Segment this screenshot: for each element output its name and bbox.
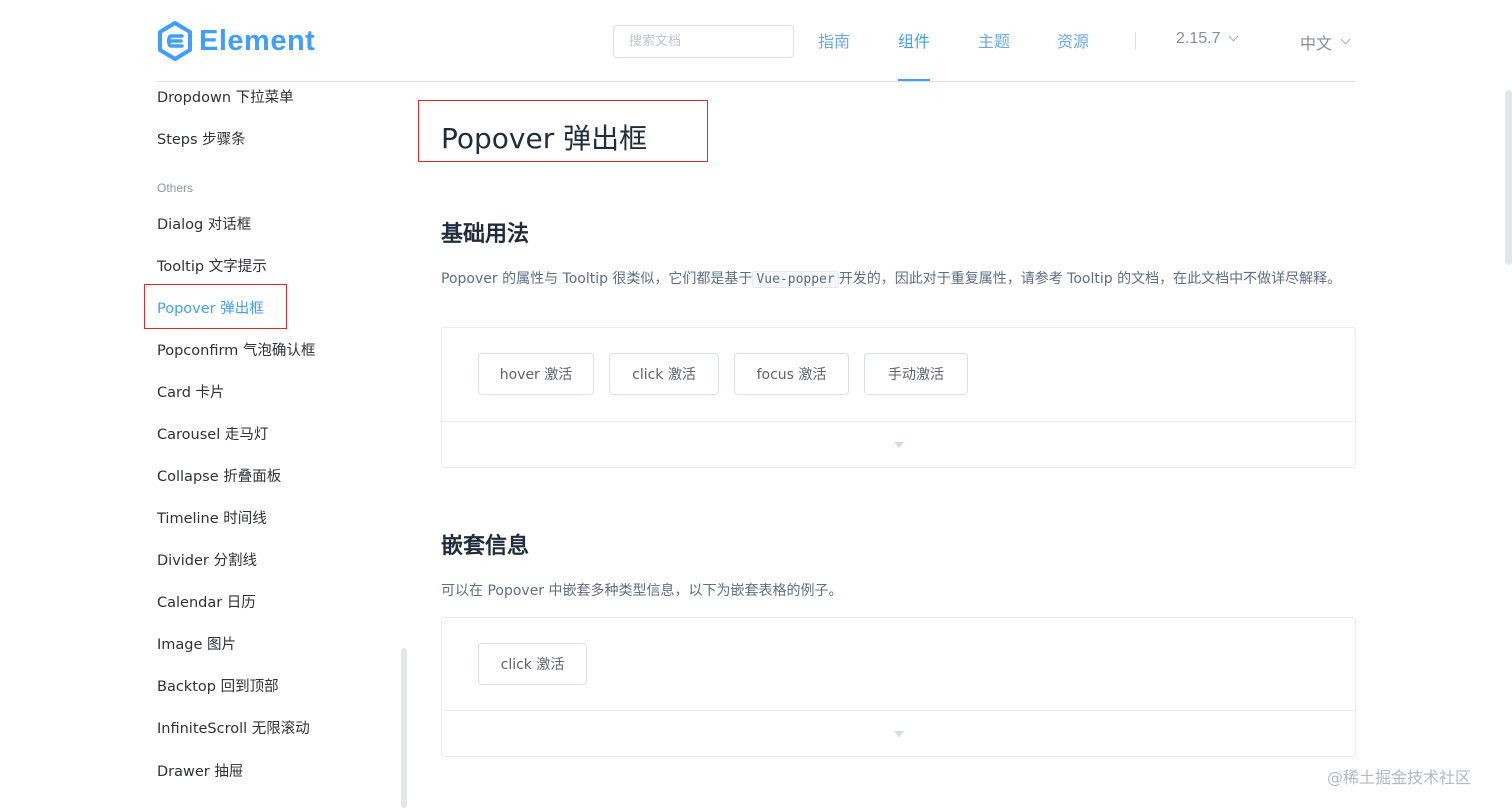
sidebar-item-divider[interactable]: Divider 分割线: [157, 549, 257, 570]
version-dropdown[interactable]: 2.15.7: [1176, 30, 1239, 48]
version-label: 2.15.7: [1176, 30, 1221, 47]
caret-down-icon: [893, 441, 904, 448]
nav-guide[interactable]: 指南: [818, 28, 850, 52]
sidebar-item-card[interactable]: Card 卡片: [157, 381, 225, 402]
manual-activate-button[interactable]: 手动激活: [864, 353, 968, 395]
sidebar-item-collapse[interactable]: Collapse 折叠面板: [157, 465, 281, 486]
sidebar-item-dialog[interactable]: Dialog 对话框: [157, 213, 251, 234]
sidebar-item-calendar[interactable]: Calendar 日历: [157, 591, 256, 612]
search-input[interactable]: [613, 25, 794, 58]
header-divider: [157, 81, 1356, 82]
description-text: 开发的，因此对于重复属性，请参考 Tooltip 的文档，在此文档中不做详尽解释…: [838, 271, 1342, 287]
chevron-down-icon: [1340, 34, 1351, 45]
sidebar-scrollbar[interactable]: [401, 648, 407, 808]
element-logo-icon: [158, 21, 192, 61]
nav-components[interactable]: 组件: [898, 28, 930, 52]
chevron-down-icon: [1229, 31, 1239, 42]
logo-text: Element: [199, 24, 316, 57]
demo-expand-control[interactable]: [442, 711, 1355, 756]
sidebar-highlight-box: [144, 284, 287, 329]
sidebar-item-tooltip[interactable]: Tooltip 文字提示: [157, 255, 267, 276]
language-label: 中文: [1300, 36, 1333, 53]
watermark: @稀土掘金技术社区: [1327, 768, 1472, 787]
click-activate-button[interactable]: click 激活: [609, 353, 719, 395]
language-dropdown[interactable]: 中文: [1300, 30, 1351, 54]
sidebar-item-drawer[interactable]: Drawer 抽屉: [157, 760, 243, 781]
section-description-basic: Popover 的属性与 Tooltip 很类似，它们都是基于 Vue-poppe…: [441, 268, 1356, 291]
demo-block-basic: hover 激活 click 激活 focus 激活 手动激活: [441, 327, 1356, 468]
caret-down-icon: [893, 730, 904, 737]
nav-divider: [1135, 32, 1136, 49]
element-logo[interactable]: Element: [157, 20, 315, 62]
demo-source: hover 激活 click 激活 focus 激活 手动激活: [442, 328, 1355, 422]
sidebar-item-carousel[interactable]: Carousel 走马灯: [157, 423, 268, 444]
inline-code: Vue-popper: [752, 271, 839, 288]
sidebar-item-timeline[interactable]: Timeline 时间线: [157, 507, 267, 528]
sidebar-item-backtop[interactable]: Backtop 回到顶部: [157, 675, 279, 696]
sidebar-group-label: Others: [157, 181, 194, 195]
sidebar-item-image[interactable]: Image 图片: [157, 633, 236, 654]
sidebar-item-dropdown[interactable]: Dropdown 下拉菜单: [157, 86, 294, 107]
sidebar-item-steps[interactable]: Steps 步骤条: [157, 128, 246, 149]
sidebar-item-popconfirm[interactable]: Popconfirm 气泡确认框: [157, 339, 315, 360]
hover-activate-button[interactable]: hover 激活: [478, 353, 594, 395]
page-scrollbar[interactable]: [1505, 90, 1512, 265]
sidebar-item-infinitescroll[interactable]: InfiniteScroll 无限滚动: [157, 717, 310, 738]
section-heading-nested: 嵌套信息: [441, 534, 530, 559]
click-activate-button[interactable]: click 激活: [478, 643, 587, 685]
demo-expand-control[interactable]: [442, 422, 1355, 467]
section-description-nested: 可以在 Popover 中嵌套多种类型信息，以下为嵌套表格的例子。: [441, 583, 843, 599]
page-title: Popover 弹出框: [441, 122, 648, 155]
description-text: Popover 的属性与 Tooltip 很类似，它们都是基于: [441, 271, 753, 287]
nav-theme[interactable]: 主题: [978, 28, 1010, 52]
focus-activate-button[interactable]: focus 激活: [734, 353, 849, 395]
demo-source: click 激活: [442, 618, 1355, 711]
section-heading-basic: 基础用法: [441, 222, 530, 247]
demo-block-nested: click 激活: [441, 617, 1356, 757]
top-header: Element 指南 组件 主题 资源 2.15.7 中文: [0, 0, 1512, 82]
nav-resources[interactable]: 资源: [1057, 28, 1089, 52]
